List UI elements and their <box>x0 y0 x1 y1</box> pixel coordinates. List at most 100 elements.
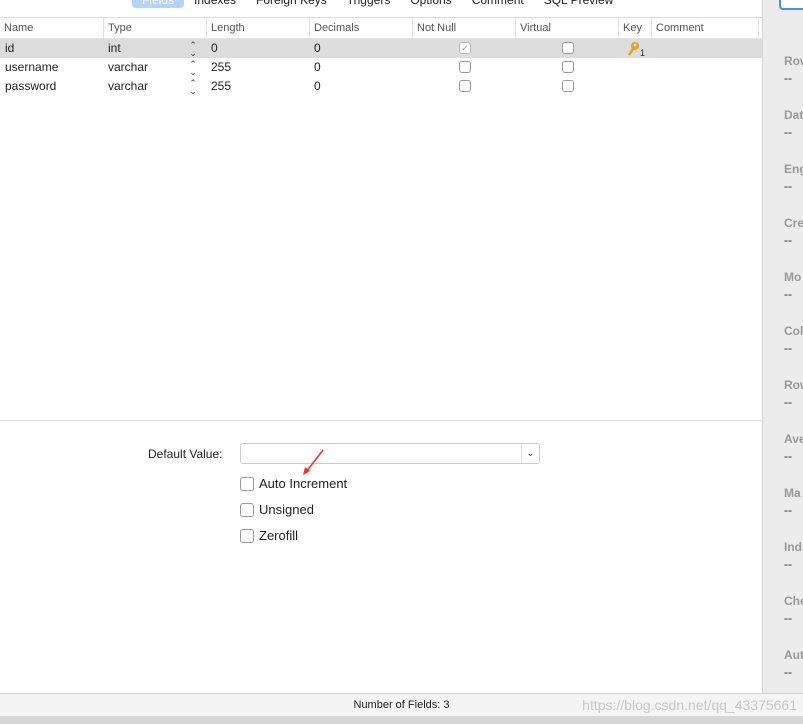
option-label: Auto Increment <box>259 476 348 491</box>
updown-chevron-icon[interactable]: ⌃ ⌄ <box>188 77 198 96</box>
sidebar-info-item: Row -- <box>784 378 803 409</box>
column-header-decimals[interactable]: Decimals <box>310 18 413 39</box>
sidebar-info-item: Col -- <box>784 324 803 355</box>
info-label: Row <box>784 378 803 392</box>
table-row[interactable]: password varchar ⌃ ⌄ 255 0 <box>0 77 762 96</box>
column-header-length[interactable]: Length <box>207 18 310 39</box>
field-name[interactable]: password <box>0 77 56 96</box>
info-value: -- <box>784 557 792 571</box>
info-label: Row <box>784 54 803 68</box>
column-header-key[interactable]: Key <box>619 18 652 39</box>
column-header-not-null[interactable]: Not Null <box>413 18 516 39</box>
checkbox-icon <box>240 528 254 543</box>
sidebar-info-item: Eng -- <box>784 162 803 193</box>
field-name[interactable]: id <box>0 39 14 58</box>
default-value-label: Default Value: <box>148 447 223 461</box>
tab-comment[interactable]: Comment <box>462 0 534 8</box>
field-type[interactable]: varchar <box>103 77 148 96</box>
column-header-type[interactable]: Type <box>104 18 207 39</box>
chevron-down-icon[interactable]: ⌄ <box>521 444 539 463</box>
sidebar-info-item: Aut -- <box>784 648 803 679</box>
divider <box>0 420 762 421</box>
sidebar-button[interactable] <box>779 0 803 10</box>
info-value: -- <box>784 71 792 85</box>
field-type[interactable]: int <box>103 39 121 58</box>
info-value: -- <box>784 611 792 625</box>
info-label: Ind <box>784 540 802 554</box>
tab-bar: Fields Indexes Foreign Keys Triggers Opt… <box>132 0 623 8</box>
auto-increment-checkbox[interactable]: Auto Increment <box>240 476 347 491</box>
updown-chevron-icon[interactable]: ⌃ ⌄ <box>188 58 198 77</box>
not-null-checkbox[interactable]: ✓ <box>459 42 471 54</box>
key-order: 1 <box>640 48 645 57</box>
info-label: Col <box>784 324 803 338</box>
field-type[interactable]: varchar <box>103 58 148 77</box>
info-value: -- <box>784 125 792 139</box>
field-decimals[interactable]: 0 <box>309 39 321 58</box>
info-value: -- <box>784 503 792 517</box>
info-sidebar: Row--Dat--Eng--Cre--Mo--Col--Row--Ave--M… <box>762 0 803 693</box>
checkbox-icon <box>240 502 254 517</box>
key-icon: 1 <box>627 40 648 58</box>
option-label: Zerofill <box>259 528 299 543</box>
info-label: Cre <box>784 216 803 230</box>
info-label: Che <box>784 594 803 608</box>
table-row[interactable]: id int ⌃ ⌄ 0 0 ✓ 1 <box>0 39 762 58</box>
column-header-comment[interactable]: Comment <box>652 18 759 39</box>
updown-chevron-icon[interactable]: ⌃ ⌄ <box>188 39 198 58</box>
info-label: Ave <box>784 432 803 446</box>
sidebar-info-item: Ave -- <box>784 432 803 463</box>
sidebar-info-item: Cre -- <box>784 216 803 247</box>
info-label: Aut <box>784 648 803 662</box>
tab-options[interactable]: Options <box>400 0 461 8</box>
window-bottom-edge <box>0 716 803 724</box>
tab-triggers[interactable]: Triggers <box>337 0 401 8</box>
field-count: Number of Fields: 3 <box>353 699 450 711</box>
info-value: -- <box>784 341 792 355</box>
virtual-checkbox[interactable] <box>562 61 574 73</box>
info-label: Eng <box>784 162 803 176</box>
info-value: -- <box>784 395 792 409</box>
tab-foreign-keys[interactable]: Foreign Keys <box>246 0 337 8</box>
sidebar-info-item: Che -- <box>784 594 803 625</box>
virtual-checkbox[interactable] <box>562 42 574 54</box>
info-value: -- <box>784 287 792 301</box>
info-value: -- <box>784 449 792 463</box>
sidebar-info-item: Ind -- <box>784 540 802 571</box>
unsigned-checkbox[interactable]: Unsigned <box>240 502 314 517</box>
tab-sql-preview[interactable]: SQL Preview <box>534 0 624 8</box>
info-label: Ma <box>784 486 801 500</box>
tab-fields[interactable]: Fields <box>132 0 185 8</box>
column-header-virtual[interactable]: Virtual <box>516 18 619 39</box>
table-row[interactable]: username varchar ⌃ ⌄ 255 0 <box>0 58 762 77</box>
watermark: https://blog.csdn.net/qq_43375661 <box>582 697 797 713</box>
annotation-arrow-icon <box>303 449 324 475</box>
sidebar-info-item: Mo -- <box>784 270 801 301</box>
table-designer: Fields Indexes Foreign Keys Triggers Opt… <box>0 0 762 693</box>
virtual-checkbox[interactable] <box>562 80 574 92</box>
sidebar-info-item: Ma -- <box>784 486 801 517</box>
zerofill-checkbox[interactable]: Zerofill <box>240 528 298 543</box>
field-name[interactable]: username <box>0 58 58 77</box>
info-value: -- <box>784 665 792 679</box>
tab-indexes[interactable]: Indexes <box>184 0 246 8</box>
sidebar-info-item: Dat -- <box>784 108 803 139</box>
checkbox-icon <box>240 476 254 491</box>
info-value: -- <box>784 179 792 193</box>
default-value-combobox[interactable]: ⌄ <box>240 443 540 464</box>
info-value: -- <box>784 233 792 247</box>
not-null-checkbox[interactable] <box>459 61 471 73</box>
not-null-checkbox[interactable] <box>459 80 471 92</box>
info-label: Dat <box>784 108 803 122</box>
sidebar-info-item: Row -- <box>784 54 803 85</box>
field-decimals[interactable]: 0 <box>309 77 321 96</box>
field-length[interactable]: 255 <box>206 77 231 96</box>
fields-table-header: Name Type Length Decimals Not Null Virtu… <box>0 17 762 39</box>
field-length[interactable]: 0 <box>206 39 218 58</box>
column-header-name[interactable]: Name <box>0 18 104 39</box>
field-decimals[interactable]: 0 <box>309 58 321 77</box>
status-bar: Number of Fields: 3 https://blog.csdn.ne… <box>0 693 803 716</box>
info-label: Mo <box>784 270 802 284</box>
field-length[interactable]: 255 <box>206 58 231 77</box>
option-label: Unsigned <box>259 502 314 517</box>
